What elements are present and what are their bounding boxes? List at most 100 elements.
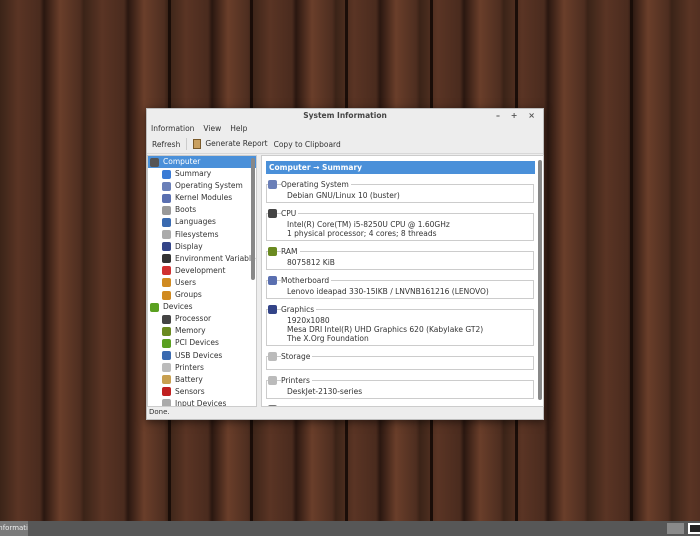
group-line: 1 physical processor; 4 cores; 8 threads [287,229,437,238]
refresh-button[interactable]: Refresh [152,140,180,149]
title-bar[interactable]: System Information – + × [147,109,543,122]
sidebar-item-label: Display [175,241,203,251]
sidebar-item-label: USB Devices [175,350,223,360]
printers-icon [268,375,277,385]
cpu-icon [268,208,277,218]
sidebar-item-label: Printers [175,362,204,372]
filesystems-icon [162,230,171,240]
battery-icon [162,375,171,385]
group-line: The X.Org Foundation [287,334,369,343]
status-bar: Done. [149,408,170,416]
audio-icon [268,404,277,406]
sidebar-item-filesystems[interactable]: Filesystems [148,229,256,241]
toolbar-separator [186,138,188,150]
environment-variables-icon [162,254,171,264]
group-title: Operating System [281,179,351,189]
sensors-icon [162,387,171,397]
sidebar-item-label: Input Devices [175,398,227,407]
sidebar-item-label: Devices [163,302,193,312]
copy-to-clipboard-button[interactable]: Copy to Clipboard [274,140,341,149]
sidebar-item-groups[interactable]: Groups [148,289,256,301]
sidebar-item-sensors[interactable]: Sensors [148,386,256,398]
operating-system-icon [268,179,277,189]
sidebar-tree: Computer Summary Operating System Kernel Mo… [147,155,257,407]
sidebar-item-memory[interactable]: Memory [148,325,256,337]
sidebar-scrollbar[interactable] [251,158,255,280]
sidebar-item-printers[interactable]: Printers [148,362,256,374]
window-title: System Information [303,111,387,120]
generate-report-button[interactable]: Generate Report [193,139,268,149]
taskbar: Informati... [0,521,700,536]
sidebar-item-usb-devices[interactable]: USB Devices [148,350,256,362]
group-line: 8075812 KiB [287,258,335,267]
group-title: CPU [281,208,299,218]
pci-devices-icon [162,338,171,348]
sidebar-item-summary[interactable]: Summary [148,168,256,180]
languages-icon [162,218,171,228]
menu-view[interactable]: View [203,122,221,135]
info-group-motherboard: Motherboard Lenovo ideapad 330-15IKB / LN… [266,274,534,299]
groups-icon [162,290,171,300]
sidebar-item-label: Operating System [175,181,243,191]
menu-help[interactable]: Help [230,122,247,135]
sidebar-item-label: Groups [175,290,202,300]
devices-icon [150,302,159,312]
processor-icon [162,314,171,324]
group-line: DeskJet-2130-series [287,387,363,396]
workspace-switcher[interactable] [667,523,684,534]
sidebar-item-label: Processor [175,314,212,324]
storage-icon [268,351,277,361]
group-line: Mesa DRI Intel(R) UHD Graphics 620 (Kaby… [287,325,484,334]
sidebar-item-processor[interactable]: Processor [148,313,256,325]
show-desktop-button[interactable] [688,523,700,534]
summary-panel: Computer → Summary Operating System Debia… [261,155,544,407]
sidebar-item-label: Development [175,265,226,275]
system-information-window: System Information – + × Information Vie… [146,108,544,420]
taskbar-window-button[interactable]: Informati... [0,521,28,536]
group-content: Intel(R) Core(TM) i5-8250U CPU @ 1.60GHz… [266,213,534,241]
summary-icon [162,169,171,179]
operating-system-icon [162,181,171,191]
info-group-storage: Storage [266,350,534,370]
group-line: Debian GNU/Linux 10 (buster) [287,191,400,200]
sidebar-item-display[interactable]: Display [148,241,256,253]
sidebar-item-environment-variables[interactable]: Environment Variables [148,253,256,265]
main-scrollbar[interactable] [538,160,542,400]
sidebar-item-users[interactable]: Users [148,277,256,289]
info-group-operating-system: Operating System Debian GNU/Linux 10 (bus… [266,178,534,203]
sidebar-item-label: Boots [175,205,197,215]
sidebar-item-devices[interactable]: Devices [148,301,256,313]
info-group-cpu: CPU Intel(R) Core(TM) i5-8250U CPU @ 1.60… [266,207,534,241]
sidebar-item-languages[interactable]: Languages [148,216,256,228]
users-icon [162,278,171,288]
printers-icon [162,363,171,373]
display-icon [162,242,171,252]
toolbar: Refresh Generate Report Copy to Clipboar… [147,135,543,154]
breadcrumb: Computer → Summary [266,161,535,174]
generate-report-label: Generate Report [205,139,268,148]
sidebar-item-battery[interactable]: Battery [148,374,256,386]
sidebar-item-development[interactable]: Development [148,265,256,277]
sidebar-item-label: Kernel Modules [175,193,233,203]
wood-seam [630,0,633,536]
clipboard-report-icon [193,139,202,149]
sidebar-item-label: Summary [175,169,212,179]
sidebar-item-pci-devices[interactable]: PCI Devices [148,337,256,349]
sidebar-item-boots[interactable]: Boots [148,204,256,216]
group-title: Motherboard [281,275,332,285]
memory-icon [162,326,171,336]
sidebar-item-computer[interactable]: Computer [148,156,256,169]
sidebar-item-label: Memory [175,326,206,336]
sidebar-item-kernel-modules[interactable]: Kernel Modules [148,192,256,204]
menu-bar: Information View Help [147,122,543,135]
group-title: RAM [281,246,300,256]
info-group-audio: AudioHDA-Intel - HDA Intel PCH [266,403,534,406]
window-controls[interactable]: – + × [496,109,539,122]
group-line: 1920x1080 [287,316,330,325]
ram-icon [268,246,277,256]
kernel-modules-icon [162,193,171,203]
menu-information[interactable]: Information [151,122,194,135]
info-group-ram: RAM 8075812 KiB [266,245,534,270]
sidebar-item-operating-system[interactable]: Operating System [148,180,256,192]
sidebar-item-input-devices[interactable]: Input Devices [148,398,256,407]
